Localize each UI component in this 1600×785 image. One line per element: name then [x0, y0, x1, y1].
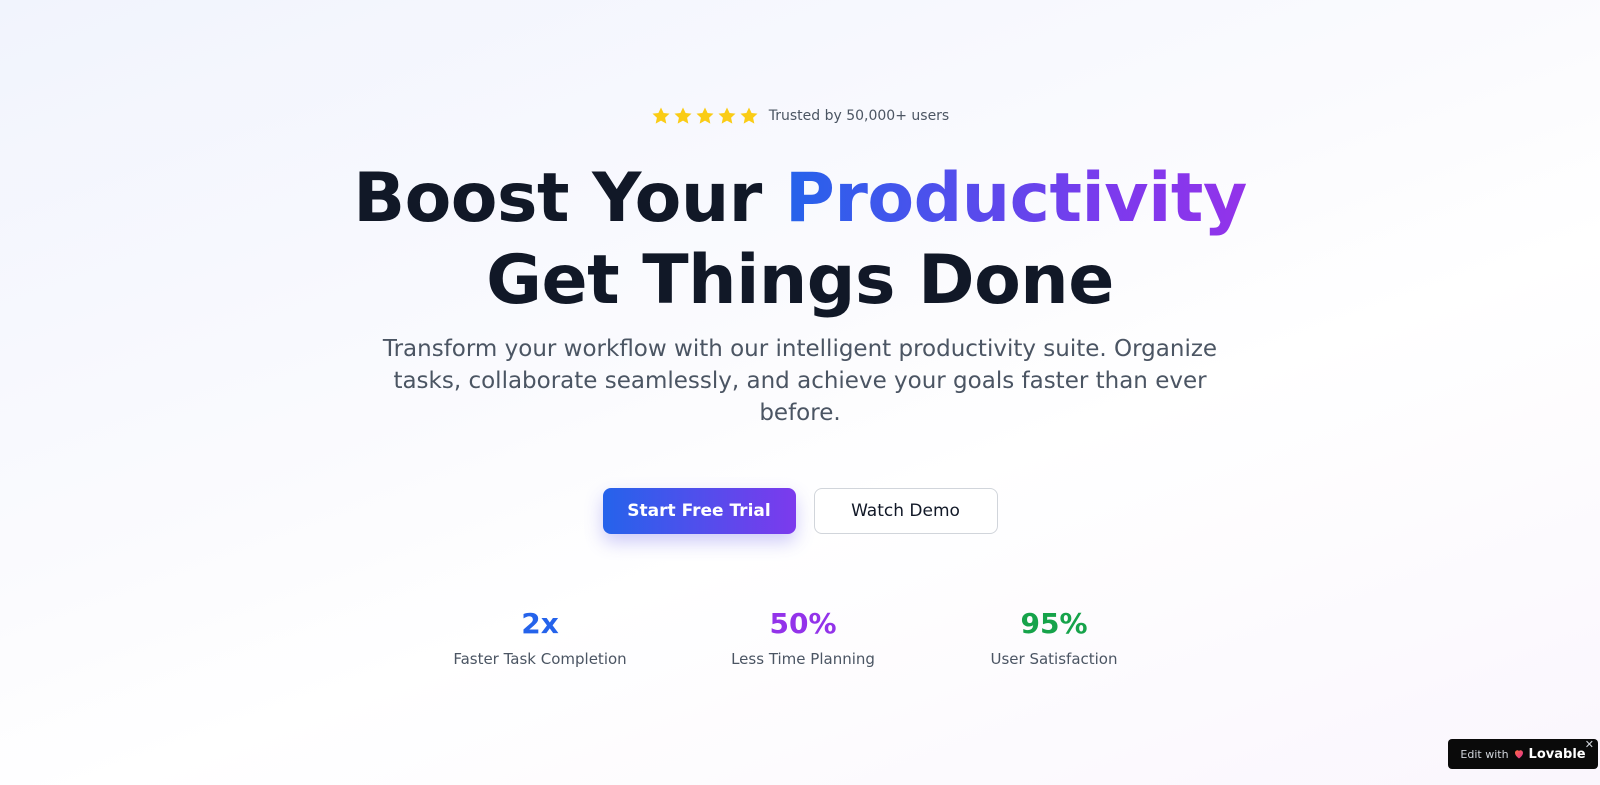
star-icon — [718, 107, 736, 124]
heart-icon — [1514, 750, 1523, 759]
page-title: Boost Your Productivity Get Things Done — [0, 158, 1600, 322]
star-icon — [696, 107, 714, 124]
rating-stars — [651, 106, 759, 126]
stat-label: User Satisfaction — [990, 650, 1118, 668]
stat-less-time-planning: 50% Less Time Planning — [683, 604, 923, 668]
headline-line2: Get Things Done — [486, 241, 1114, 320]
trust-text: Trusted by 50,000+ users — [768, 108, 950, 124]
stat-label: Faster Task Completion — [453, 650, 627, 668]
star-icon — [652, 107, 670, 124]
star-icon — [674, 107, 692, 124]
edit-with-lovable-badge[interactable]: Edit with Lovable ✕ — [1448, 739, 1598, 769]
hero-section: Trusted by 50,000+ users Boost Your Prod… — [0, 0, 1600, 785]
badge-edit-text: Edit with — [1460, 747, 1509, 761]
close-icon[interactable]: ✕ — [1585, 739, 1594, 751]
stat-label: Less Time Planning — [731, 650, 875, 668]
stat-user-satisfaction: 95% User Satisfaction — [934, 604, 1174, 668]
start-free-trial-button[interactable]: Start Free Trial — [602, 488, 796, 534]
stat-value: 2x — [521, 607, 559, 640]
stat-value: 95% — [1020, 607, 1088, 640]
headline-highlight: Productivity — [785, 159, 1247, 238]
trust-row: Trusted by 50,000+ users — [0, 106, 1600, 126]
stat-faster-task-completion: 2x Faster Task Completion — [420, 604, 660, 668]
badge-brand: Lovable — [1528, 746, 1586, 762]
stat-value: 50% — [769, 607, 837, 640]
cta-row: Start Free Trial Watch Demo — [0, 488, 1600, 534]
star-icon — [740, 107, 758, 124]
hero-subtitle: Transform your workflow with our intelli… — [382, 336, 1218, 426]
headline-prefix: Boost Your — [353, 159, 762, 238]
watch-demo-button[interactable]: Watch Demo — [813, 488, 998, 534]
